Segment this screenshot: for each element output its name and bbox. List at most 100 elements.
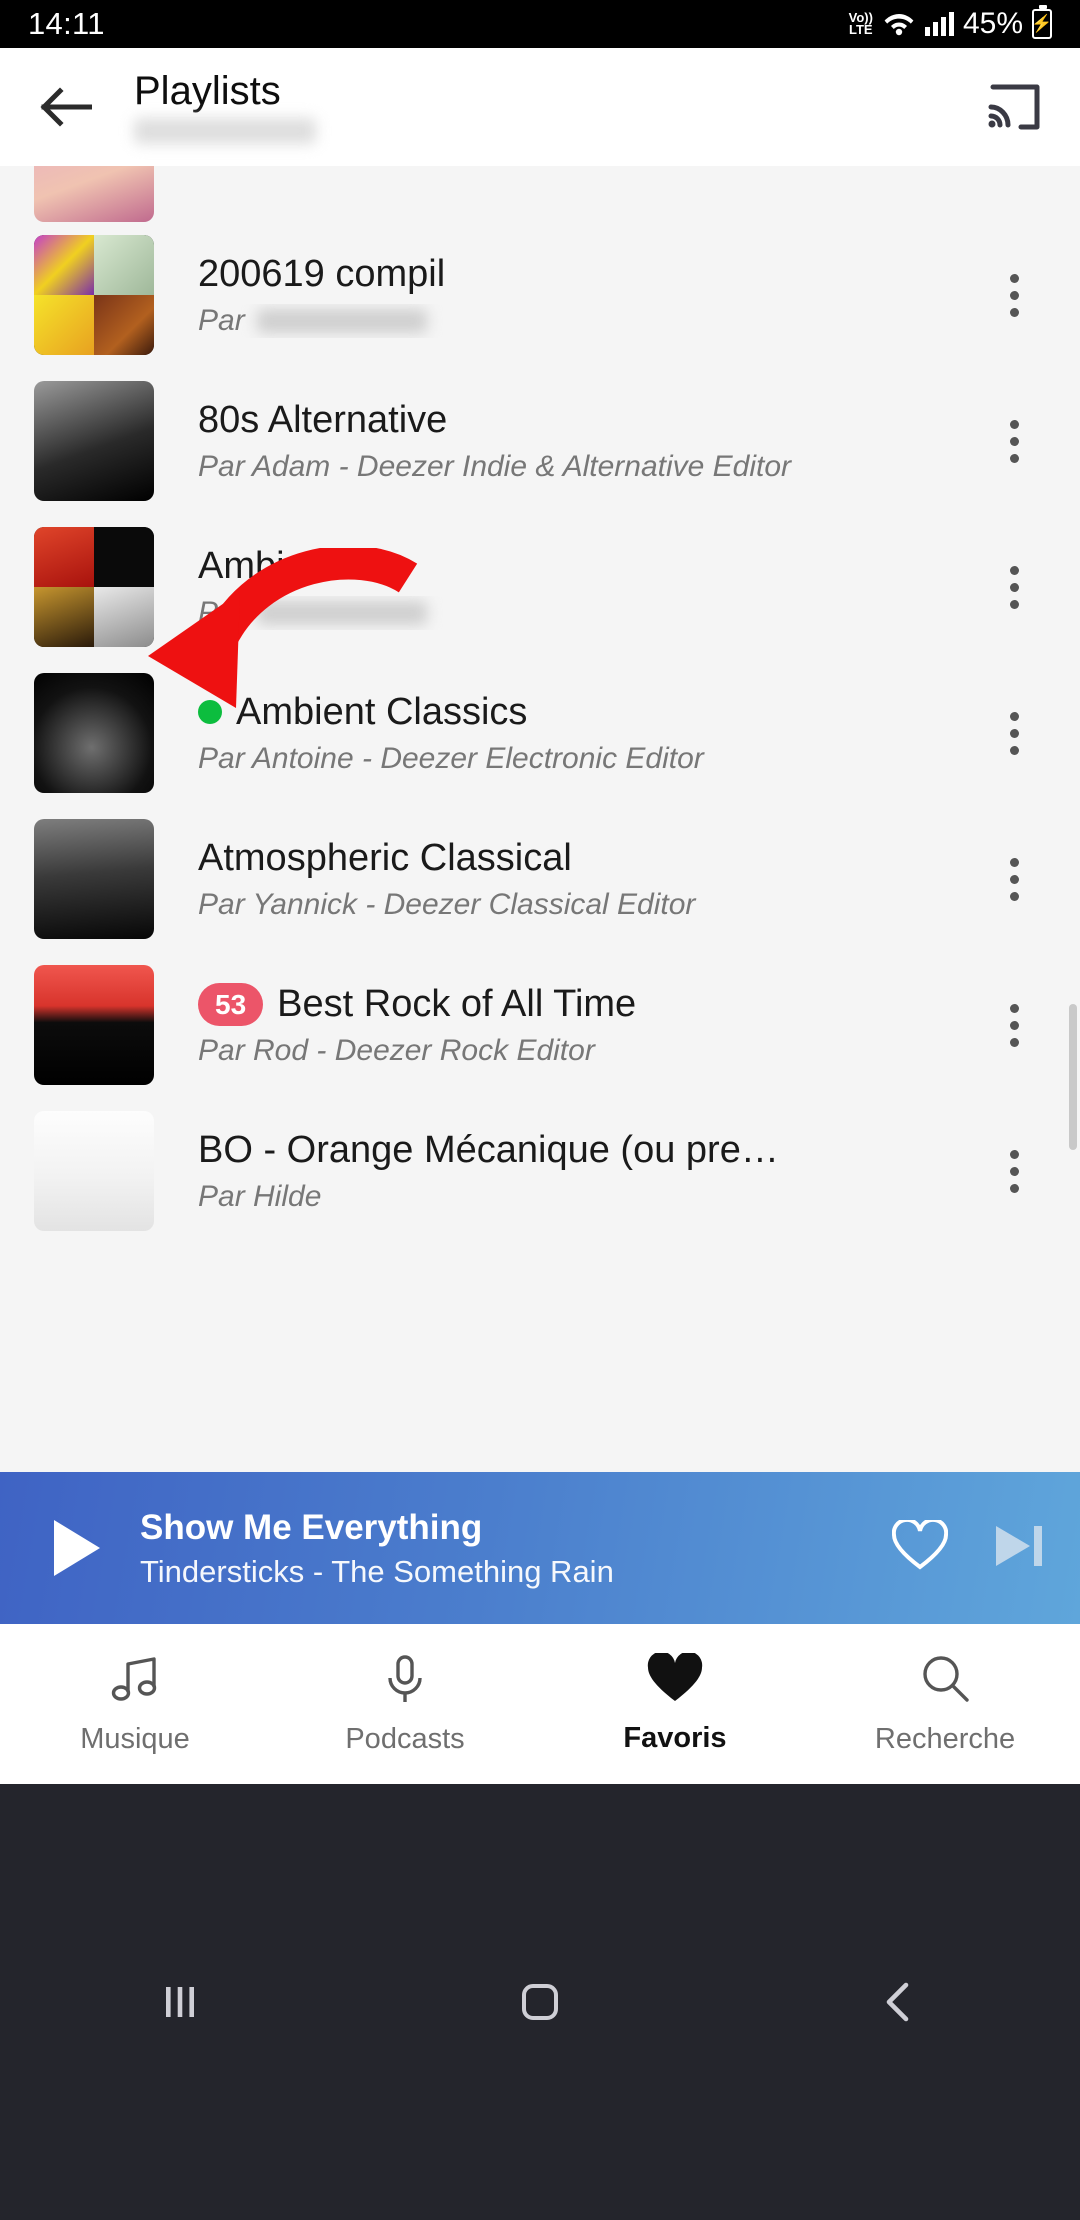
nav-label: Podcasts: [345, 1723, 465, 1755]
playlist-overflow-menu-icon[interactable]: [982, 419, 1046, 463]
deezer-eq-icon: [34, 819, 147, 932]
table-row[interactable]: 53 Best Rock of All Time Par Rod - Deeze…: [0, 952, 1080, 1098]
playlist-artwork: [34, 965, 154, 1085]
playlist-artwork: [34, 673, 154, 793]
recents-icon[interactable]: [120, 1942, 240, 2062]
battery-percent: 45%: [962, 7, 1023, 40]
skip-next-icon[interactable]: [992, 1522, 1046, 1575]
page-title-block: Playlists: [134, 70, 316, 144]
status-icons: Vo)) LTE 45% ⚡: [849, 5, 1053, 41]
cellular-signal-icon: [924, 12, 954, 36]
table-row[interactable]: [0, 166, 1080, 222]
playlist-author: Par Yannick - Deezer Classical Editor: [198, 887, 696, 921]
playlist-title: 200619 compil: [198, 253, 446, 296]
now-playing-dot-icon: [198, 700, 222, 725]
playlist-title-row: 53 Best Rock of All Time: [198, 982, 982, 1027]
table-row[interactable]: 200619 compil Par: [0, 222, 1080, 368]
app-header: Playlists: [0, 48, 1080, 166]
home-icon[interactable]: [480, 1942, 600, 2062]
table-row[interactable]: BO - Orange Mécanique (ou pre… Par Hilde: [0, 1098, 1080, 1244]
playlist-author: Par Antoine - Deezer Electronic Editor: [198, 741, 704, 775]
playlist-author: Par: [198, 596, 982, 630]
playlist-overflow-menu-icon[interactable]: [982, 273, 1046, 317]
playlist-artwork: [34, 381, 154, 501]
playlist-title: BO - Orange Mécanique (ou pre…: [198, 1129, 779, 1172]
nav-item-recherche[interactable]: Recherche: [810, 1652, 1080, 1756]
playlist-author-redacted: [256, 600, 427, 625]
playlist-info: 53 Best Rock of All Time Par Rod - Deeze…: [198, 982, 982, 1068]
playlist-info: BO - Orange Mécanique (ou pre… Par Hilde: [198, 1128, 982, 1214]
chromecast-icon[interactable]: [984, 76, 1046, 138]
deezer-eq-icon: [34, 965, 147, 1078]
deezer-eq-icon: [34, 1111, 147, 1224]
bottom-navigation[interactable]: Musique Podcasts Favoris Recherche: [0, 1624, 1080, 1784]
scrollbar[interactable]: [1069, 1004, 1077, 1150]
deezer-eq-icon: [34, 527, 147, 640]
playlist-overflow-menu-icon[interactable]: [982, 565, 1046, 609]
player-track-title: Show Me Everything: [140, 1507, 483, 1547]
page-subtitle-redacted: [134, 118, 316, 144]
playlist-info: Atmospheric Classical Par Yannick - Deez…: [198, 836, 982, 922]
deezer-eq-icon: [34, 166, 147, 215]
playlist-title: 80s Alternative: [198, 399, 448, 442]
nav-item-musique[interactable]: Musique: [0, 1652, 270, 1756]
playlist-info: 80s Alternative Par Adam - Deezer Indie …: [198, 398, 982, 484]
playlist-overflow-menu-icon[interactable]: [982, 857, 1046, 901]
playlist-author-prefix: Par: [198, 303, 245, 337]
playlist-artwork: [34, 819, 154, 939]
playlist-author-prefix: Par: [198, 595, 245, 629]
player-track-subtitle: Tindersticks - The Something Rain: [140, 1553, 614, 1589]
deezer-eq-icon: [34, 381, 147, 494]
playlist-info: 200619 compil Par: [198, 252, 982, 338]
playlist-overflow-menu-icon[interactable]: [982, 1003, 1046, 1047]
status-bar: 14:11 Vo)) LTE 45% ⚡: [0, 0, 1080, 48]
playlist-title: Atmospheric Classical: [198, 837, 572, 880]
music-note-icon: [108, 1652, 162, 1711]
table-row[interactable]: 80s Alternative Par Adam - Deezer Indie …: [0, 368, 1080, 514]
nav-item-podcasts[interactable]: Podcasts: [270, 1652, 540, 1756]
mini-player[interactable]: Show Me Everything Tindersticks - The So…: [0, 1472, 1080, 1624]
system-back-icon[interactable]: [840, 1942, 960, 2062]
playlist-author: Par Rod - Deezer Rock Editor: [198, 1033, 595, 1067]
playlist-overflow-menu-icon[interactable]: [982, 1149, 1046, 1193]
playlist-author-redacted: [256, 308, 427, 333]
playlist-info: Ambient Classics Par Antoine - Deezer El…: [198, 690, 982, 776]
wifi-icon: [882, 8, 916, 41]
playlist-artwork: [34, 235, 154, 355]
nav-item-favoris[interactable]: Favoris: [540, 1651, 810, 1755]
player-actions: [868, 1517, 1046, 1577]
page-title: Playlists: [134, 69, 281, 113]
playlist-artwork: [34, 166, 154, 222]
track-count-badge: 53: [198, 982, 264, 1026]
system-navigation-bar[interactable]: [0, 1784, 1080, 2220]
playlist-title-row: Ambient Classics: [198, 690, 982, 735]
microphone-icon: [378, 1652, 432, 1711]
playlist-artwork: [34, 527, 154, 647]
playlist-info: Ambiance Par: [198, 544, 982, 630]
status-time: 14:11: [28, 6, 105, 41]
volte-bottom-label: LTE: [849, 22, 873, 37]
playlist-title: Best Rock of All Time: [277, 983, 637, 1026]
playlist-artwork: [34, 1111, 154, 1231]
playlist-author: Par Hilde: [198, 1179, 322, 1213]
play-icon[interactable]: [34, 1518, 118, 1578]
playlist-title: Ambient Classics: [236, 691, 528, 734]
nav-label: Favoris: [623, 1722, 727, 1754]
search-icon: [918, 1652, 972, 1711]
table-row[interactable]: Ambiance Par: [0, 514, 1080, 660]
playlist-author: Par Adam - Deezer Indie & Alternative Ed…: [198, 449, 792, 483]
back-arrow-icon[interactable]: [34, 75, 98, 139]
deezer-eq-icon: [34, 235, 147, 348]
nav-label: Musique: [80, 1723, 190, 1755]
heart-outline-icon[interactable]: [891, 1517, 949, 1577]
playlist-title: Ambiance: [198, 545, 367, 588]
playlist-overflow-menu-icon[interactable]: [982, 711, 1046, 755]
battery-charging-icon: ⚡: [1031, 5, 1053, 39]
volte-icon: Vo)) LTE: [849, 10, 873, 37]
table-row[interactable]: Ambient Classics Par Antoine - Deezer El…: [0, 660, 1080, 806]
playlist-author: Par: [198, 304, 982, 338]
deezer-eq-icon: [34, 673, 147, 786]
player-track-info: Show Me Everything Tindersticks - The So…: [140, 1507, 868, 1590]
table-row[interactable]: Atmospheric Classical Par Yannick - Deez…: [0, 806, 1080, 952]
heart-filled-icon: [647, 1651, 703, 1710]
